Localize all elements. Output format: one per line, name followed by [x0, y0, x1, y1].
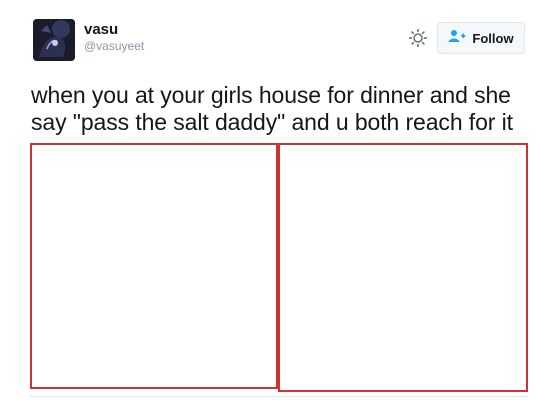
follow-button[interactable]: Follow	[437, 22, 525, 54]
user-handle[interactable]: @vasuyeet	[84, 39, 144, 53]
display-name[interactable]: vasu	[84, 21, 118, 39]
add-user-icon	[448, 29, 466, 48]
gear-icon[interactable]	[407, 27, 429, 49]
divider	[30, 396, 528, 397]
avatar[interactable]	[33, 19, 75, 61]
avatar-image	[33, 19, 75, 61]
media-panel-right[interactable]	[278, 143, 528, 392]
follow-button-label: Follow	[472, 30, 514, 46]
media-panel-left[interactable]	[30, 143, 278, 389]
tweet-text: when you at your girls house for dinner …	[31, 82, 513, 135]
